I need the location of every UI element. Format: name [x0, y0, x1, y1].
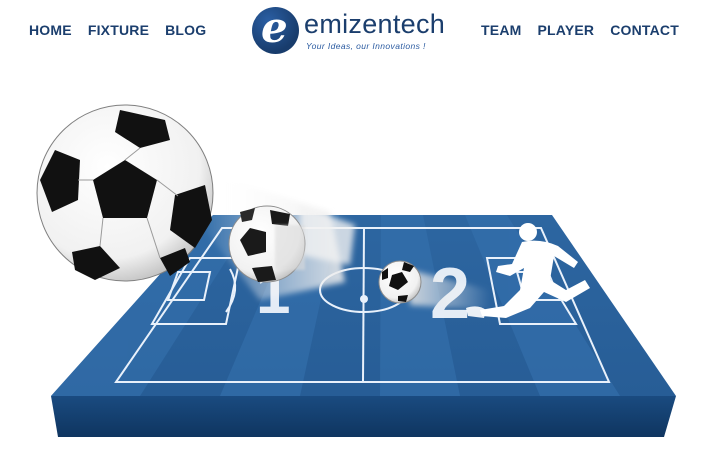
brand-logo[interactable]: e emizentech Your Ideas, our Innovations…	[252, 7, 446, 55]
nav-team-link[interactable]: TEAM	[481, 22, 521, 38]
nav-home-link[interactable]: HOME	[29, 22, 72, 38]
small-football-icon	[378, 260, 422, 304]
nav-right-group: TEAM PLAYER CONTACT	[481, 22, 679, 38]
center-spot	[360, 295, 368, 303]
nav-fixture-link[interactable]: FIXTURE	[88, 22, 149, 38]
logo-name: emizentech	[304, 9, 446, 39]
nav-blog-link[interactable]: BLOG	[165, 22, 206, 38]
medium-football-icon	[228, 205, 306, 283]
logo-mark-icon: e	[252, 7, 299, 54]
pitch-side	[51, 396, 676, 437]
large-football-icon	[36, 104, 214, 282]
logo-mark-letter: e	[261, 3, 288, 52]
nav-contact-link[interactable]: CONTACT	[610, 22, 679, 38]
logo-tagline: Your Ideas, our Innovations !	[306, 41, 426, 51]
top-navigation: HOME FIXTURE BLOG e emizentech Your Idea…	[0, 0, 708, 62]
nav-player-link[interactable]: PLAYER	[538, 22, 595, 38]
hero-football-illustration: 1 2	[36, 104, 676, 437]
nav-left-group: HOME FIXTURE BLOG	[29, 22, 206, 38]
